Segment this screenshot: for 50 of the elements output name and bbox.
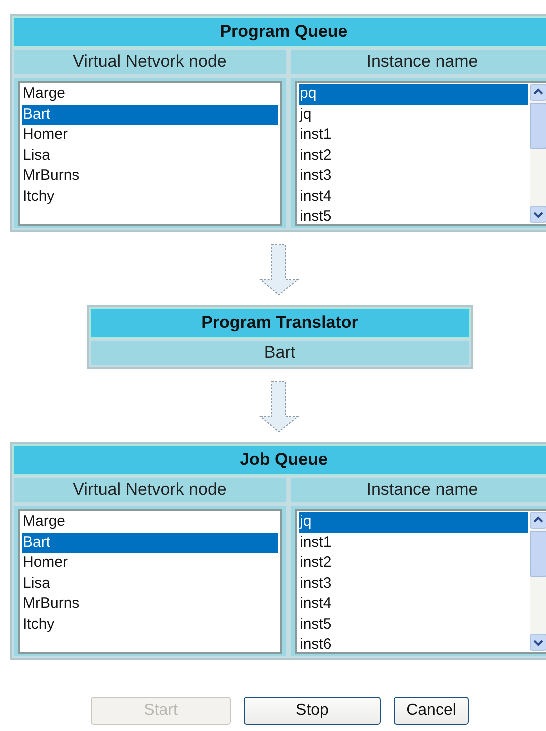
list-item[interactable]: Lisa (22, 146, 278, 166)
list-item[interactable]: jq (299, 512, 528, 532)
scroll-thumb[interactable] (530, 103, 546, 149)
list-item[interactable]: Marge (22, 84, 278, 104)
panel-title: Job Queue (13, 445, 546, 475)
list-item[interactable]: inst5 (299, 614, 528, 635)
column-header: Instance name (290, 49, 546, 75)
list-item[interactable]: jq (299, 104, 528, 125)
list-item[interactable]: inst5 (299, 207, 528, 228)
list-item[interactable]: Bart (22, 532, 278, 553)
list-item[interactable]: Itchy (22, 186, 278, 207)
list-item[interactable]: Itchy (22, 614, 278, 635)
instance-listbox[interactable]: pq jq inst1 inst2 inst3 inst4 inst5 (295, 81, 546, 226)
list-item[interactable]: Bart (22, 104, 278, 125)
down-arrow-icon (259, 244, 301, 296)
list-item[interactable]: Marge (22, 512, 278, 532)
instance-listbox[interactable]: jq inst1 inst2 inst3 inst4 inst5 inst6 (295, 509, 546, 654)
column-header: Instance name (290, 477, 546, 503)
scroll-down-icon[interactable] (530, 206, 546, 223)
scroll-down-icon[interactable] (530, 634, 546, 651)
panel-title: Program Translator (90, 308, 470, 338)
list-item[interactable]: inst2 (299, 146, 528, 166)
node-listbox[interactable]: Marge Bart Homer Lisa MrBurns Itchy (18, 509, 282, 654)
list-item[interactable]: pq (299, 84, 528, 104)
panel-title: Program Queue (13, 17, 546, 47)
list-item[interactable]: inst2 (299, 553, 528, 574)
list-item[interactable]: inst3 (299, 166, 528, 186)
list-item[interactable]: MrBurns (22, 166, 278, 186)
translator-value: Bart (90, 340, 470, 366)
list-item[interactable]: MrBurns (22, 594, 278, 614)
scroll-thumb[interactable] (530, 531, 546, 577)
list-item[interactable]: inst6 (299, 635, 528, 656)
column-header: Virtual Netvork node (13, 477, 287, 503)
scroll-up-icon[interactable] (530, 84, 546, 101)
list-item[interactable]: inst4 (299, 594, 528, 614)
scrollbar[interactable] (530, 512, 546, 651)
list-item[interactable]: inst4 (299, 186, 528, 207)
action-button[interactable]: Cancel (394, 697, 469, 725)
scroll-up-icon[interactable] (530, 512, 546, 529)
list-item[interactable]: Lisa (22, 574, 278, 594)
column-header: Virtual Netvork node (13, 49, 287, 75)
scrollbar[interactable] (530, 84, 546, 223)
list-item[interactable]: inst3 (299, 574, 528, 594)
list-item[interactable]: Homer (22, 553, 278, 574)
action-button[interactable]: Stop (244, 697, 381, 725)
list-item[interactable]: inst1 (299, 125, 528, 146)
list-item[interactable]: Homer (22, 125, 278, 146)
node-listbox[interactable]: Marge Bart Homer Lisa MrBurns Itchy (18, 81, 282, 226)
list-item[interactable]: inst1 (299, 532, 528, 553)
down-arrow-icon (259, 381, 301, 433)
